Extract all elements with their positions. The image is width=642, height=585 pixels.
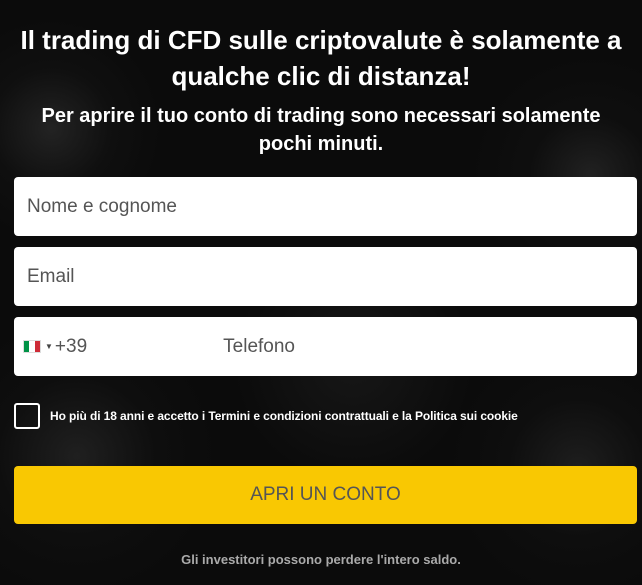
dial-code: +39: [54, 335, 88, 357]
name-field[interactable]: [14, 177, 637, 236]
consent-label: Ho più di 18 anni e accetto i Termini e …: [50, 409, 518, 423]
chevron-down-icon: ▼: [45, 342, 53, 351]
country-selector[interactable]: ▼ +39: [23, 336, 87, 358]
risk-disclaimer: Gli investitori possono perdere l'intero…: [181, 552, 461, 567]
phone-field-group: ▼ +39: [14, 317, 637, 376]
italy-flag-icon: [23, 340, 41, 353]
email-field[interactable]: [14, 247, 637, 306]
page-subtitle: Per aprire il tuo conto di trading sono …: [41, 105, 601, 155]
phone-field[interactable]: [223, 335, 524, 358]
open-account-button[interactable]: APRI UN CONTO: [14, 466, 637, 524]
page-title: Il trading di CFD sulle criptovalute è s…: [20, 25, 622, 91]
consent-row[interactable]: Ho più di 18 anni e accetto i Termini e …: [14, 403, 518, 429]
consent-checkbox[interactable]: [14, 403, 40, 429]
